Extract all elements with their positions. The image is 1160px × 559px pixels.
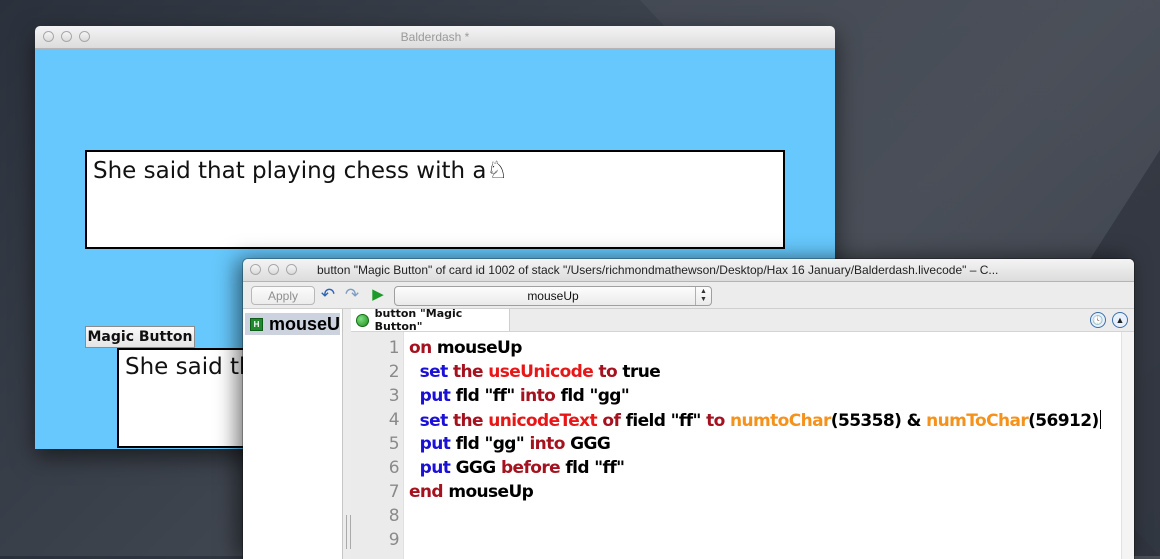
status-green-icon <box>356 313 369 327</box>
handler-badge-icon: H <box>250 317 263 331</box>
line-number: 3 <box>388 386 400 406</box>
code-token: mouseUp <box>448 482 534 502</box>
line-number: 2 <box>388 362 400 382</box>
code-token: numToChar <box>926 411 1029 431</box>
code-token: set <box>409 362 453 382</box>
close-button[interactable] <box>43 31 54 42</box>
field-ff-text: She said that playing chess with a <box>93 158 487 184</box>
line-number: 6 <box>388 458 400 478</box>
code-token: before <box>500 458 566 478</box>
script-editor-window: button "Magic Button" of card id 1002 of… <box>243 259 1134 559</box>
code-line[interactable]: 4 set the unicodeText of field "ff" to n… <box>351 410 1134 434</box>
magic-button[interactable]: Magic Button <box>85 326 195 348</box>
chess-knight-glyph: ♘ <box>486 156 508 184</box>
code-text: put fld "gg" into GGG <box>409 434 611 454</box>
redo-icon[interactable]: ↷ <box>343 286 361 304</box>
code-line[interactable]: 6 put GGG before fld "ff" <box>351 458 1134 482</box>
apply-button[interactable]: Apply <box>251 286 315 305</box>
code-text: put GGG before fld "ff" <box>409 458 625 478</box>
handler-select-value: mouseUp <box>527 289 579 303</box>
code-token: on <box>409 338 437 358</box>
handler-item-label: mouseUp <box>269 313 340 334</box>
code-token: into <box>519 386 561 406</box>
code-token: fld "gg" <box>560 386 630 406</box>
code-token: of <box>602 411 626 431</box>
code-lines: 1 on mouseUp 2 set the useUnicode to true 3… <box>351 338 1134 554</box>
code-line[interactable]: 2 set the useUnicode to true <box>351 362 1134 386</box>
pane-splitter[interactable] <box>343 309 351 559</box>
code-token: true <box>622 362 661 382</box>
minimize-button[interactable] <box>268 264 279 275</box>
code-text: on mouseUp <box>409 338 522 358</box>
code-token: fld "ff" <box>565 458 625 478</box>
history-clock-icon[interactable]: 🕓 <box>1090 312 1106 328</box>
code-token: put <box>409 458 456 478</box>
code-token: unicodeText <box>488 411 603 431</box>
updown-arrows-icon: ▲ ▼ <box>695 287 711 305</box>
script-editor-title: button "Magic Button" of card id 1002 of… <box>317 263 999 277</box>
line-number: 9 <box>388 530 400 550</box>
code-line[interactable]: 8 <box>351 506 1134 530</box>
handler-select[interactable]: mouseUp ▲ ▼ <box>394 286 712 306</box>
line-number: 7 <box>388 482 400 502</box>
tab-magic-button[interactable]: button "Magic Button" <box>351 307 510 333</box>
code-token: put <box>409 386 456 406</box>
script-toolbar: Apply ↶ ↷ ▶ mouseUp ▲ ▼ <box>243 282 1134 309</box>
stack-titlebar[interactable]: Balderdash * <box>35 26 835 49</box>
handler-list: H mouseUp <box>243 309 343 559</box>
code-token: fld "ff" <box>455 386 520 406</box>
code-token: GGG <box>570 434 611 454</box>
code-token: field "ff" <box>625 411 707 431</box>
code-token: fld "gg" <box>455 434 530 454</box>
tab-icons: 🕓 ▲ <box>1090 312 1128 328</box>
text-caret <box>1099 410 1101 429</box>
code-editor[interactable]: 1 on mouseUp 2 set the useUnicode to true 3… <box>351 332 1134 559</box>
zoom-button[interactable] <box>286 264 297 275</box>
code-token: end <box>409 482 449 502</box>
zoom-button[interactable] <box>79 31 90 42</box>
code-token: (55358) & <box>830 411 927 431</box>
undo-icon[interactable]: ↶ <box>319 286 337 304</box>
script-tabbar: button "Magic Button" 🕓 ▲ <box>351 307 1134 333</box>
code-text: set the unicodeText of field "ff" to num… <box>409 410 1101 431</box>
code-line[interactable]: 3 put fld "ff" into fld "gg" <box>351 386 1134 410</box>
window-controls <box>43 31 90 42</box>
line-number: 1 <box>388 338 400 358</box>
code-line[interactable]: 9 <box>351 530 1134 554</box>
code-token: mouseUp <box>436 338 523 358</box>
minimize-button[interactable] <box>61 31 72 42</box>
code-text: put fld "ff" into fld "gg" <box>409 386 630 406</box>
stack-title: Balderdash * <box>400 30 470 44</box>
vertical-scrollbar[interactable] <box>1121 332 1134 559</box>
code-token: numtoChar <box>730 411 831 431</box>
code-token: set <box>409 411 453 431</box>
code-token: to <box>598 362 623 382</box>
code-token: into <box>529 434 571 454</box>
run-icon[interactable]: ▶ <box>369 286 387 304</box>
close-button[interactable] <box>250 264 261 275</box>
code-token: the <box>452 362 489 382</box>
code-token: GGG <box>455 458 501 478</box>
tab-label: button "Magic Button" <box>374 307 463 333</box>
code-token: (56912) <box>1028 411 1099 431</box>
code-token: to <box>706 411 731 431</box>
line-number: 5 <box>388 434 400 454</box>
code-line[interactable]: 7 end mouseUp <box>351 482 1134 506</box>
field-ff[interactable]: She said that playing chess with a♘ <box>85 150 785 249</box>
code-token: the <box>452 411 489 431</box>
code-token: useUnicode <box>488 362 599 382</box>
script-editor-titlebar[interactable]: button "Magic Button" of card id 1002 of… <box>243 259 1134 282</box>
line-number: 4 <box>388 410 400 430</box>
code-token: put <box>409 434 456 454</box>
collapse-up-icon[interactable]: ▲ <box>1112 312 1128 328</box>
line-number: 8 <box>388 506 400 526</box>
code-text: end mouseUp <box>409 482 534 502</box>
handler-item-mouseup[interactable]: H mouseUp <box>245 313 340 335</box>
window-controls <box>250 264 297 275</box>
code-line[interactable]: 1 on mouseUp <box>351 338 1134 362</box>
code-line[interactable]: 5 put fld "gg" into GGG <box>351 434 1134 458</box>
code-text: set the useUnicode to true <box>409 362 661 382</box>
